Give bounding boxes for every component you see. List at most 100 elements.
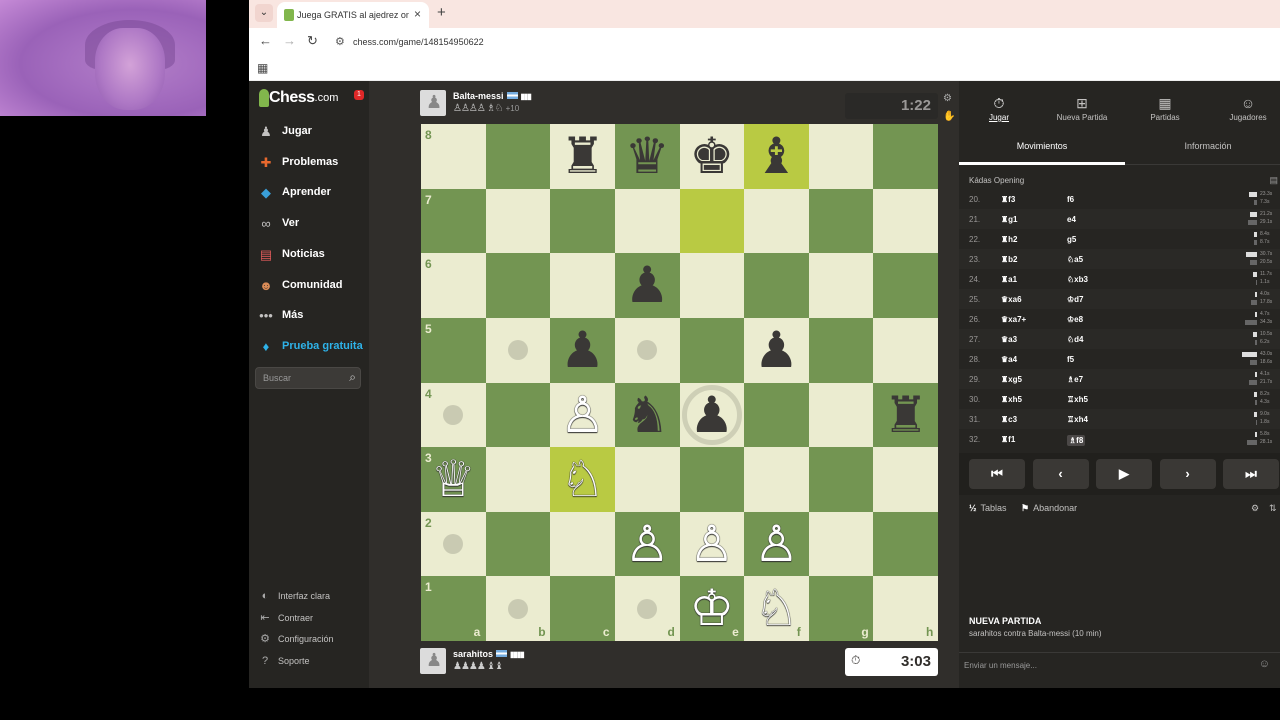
chess-board[interactable]: 8 7 6 5 4 3 2 1 a b c d e f g h ♜ ♛ ♚ ♝ ♟ ♟ ♟ ♞ ♟ ♜ ♙ ♕ ♘ ♙ ♙ ♙ ♔ ♘ [421,124,938,641]
square-f7[interactable] [744,188,809,254]
tab-jugar[interactable]: ⏱ Jugar [959,81,1039,129]
emoji-icon[interactable]: ☺ [1259,658,1270,670]
square-h3[interactable] [873,447,938,512]
black-pawn-f5[interactable]: ♟ [744,318,809,383]
square-g8[interactable] [808,124,874,189]
search-input[interactable]: Buscar ⌕ [255,367,361,389]
sidebar-item-problemas[interactable]: ✚ Problemas [257,151,365,175]
white-move[interactable]: ♜g1 [1001,215,1018,224]
black-move[interactable]: ♘xb3 [1067,275,1088,284]
report-icon[interactable]: ✋ [943,111,955,122]
move-hint-dot[interactable] [507,340,528,361]
square-h6[interactable] [873,253,938,318]
square-f6[interactable] [744,253,809,318]
square-e5[interactable] [679,317,745,383]
avatar[interactable] [420,648,446,674]
square-b4[interactable] [485,382,551,448]
sidebar-footer-theme[interactable]: ◐ Interfaz clara [258,588,366,606]
black-move[interactable]: f5 [1067,355,1074,364]
tab-nueva-partida[interactable]: ⊞ Nueva Partida [1042,81,1122,129]
white-move[interactable]: ♛xa6 [1001,295,1022,304]
black-move[interactable]: ♔e8 [1067,315,1083,324]
play-button[interactable]: ▶ [1096,459,1152,489]
square-b3[interactable] [485,447,551,512]
white-move[interactable]: ♜f3 [1001,195,1015,204]
square-g3[interactable] [808,447,874,512]
resign-button[interactable]: ⚑ Abandonar [1021,503,1077,514]
square-h8[interactable] [873,124,938,189]
next-move-button[interactable]: › [1159,459,1216,489]
chat-input[interactable]: Enviar un mensaje... ☺ [959,652,1280,676]
notification-badge[interactable]: 1 [354,90,364,100]
tab-partidas[interactable]: ▦ Partidas [1125,81,1205,129]
search-icon[interactable]: ⌕ [349,370,356,385]
black-pawn-d6[interactable]: ♟ [615,253,680,318]
white-pawn-c4[interactable]: ♙ [550,383,615,448]
white-move[interactable]: ♜b2 [1001,255,1018,264]
move-hint-dot[interactable] [443,404,464,425]
black-move[interactable]: ♔d7 [1067,295,1084,304]
share-icon[interactable]: ⚙ [1251,503,1259,514]
opening-name[interactable]: Kádas Opening [969,176,1024,185]
tab-close-icon[interactable]: × [414,7,421,21]
square-e6[interactable] [679,253,745,318]
tab-movimientos[interactable]: Movimientos [959,141,1125,151]
square-h5[interactable] [873,317,938,383]
reload-icon[interactable]: ↻ [307,33,318,49]
black-move[interactable]: f6 [1067,195,1074,204]
square-b2[interactable] [485,511,551,577]
square-c7[interactable] [550,188,615,254]
white-move[interactable]: ♜xg5 [1001,375,1022,384]
white-move[interactable]: ♛a4 [1001,355,1017,364]
move-hint-dot[interactable] [507,598,528,619]
forward-icon[interactable]: → [283,33,296,48]
black-queen-d8[interactable]: ♛ [615,124,680,189]
black-move[interactable]: e4 [1067,215,1076,224]
white-king-e1[interactable]: ♔ [680,576,745,641]
book-icon[interactable]: ▤ [1269,175,1278,186]
square-f3[interactable] [744,447,809,512]
apps-grid-icon[interactable]: ▦ [257,61,268,75]
white-knight-f1[interactable]: ♘ [744,576,809,641]
sidebar-footer-settings[interactable]: ⚙ Configuración [258,631,366,649]
sidebar-item-ver[interactable]: ∞ Ver [257,212,365,236]
square-e3[interactable] [679,447,745,512]
black-pawn-e4[interactable]: ♟ [680,383,745,448]
white-queen-a3[interactable]: ♕ [421,447,486,512]
square-g4[interactable] [808,382,874,448]
black-pawn-c5[interactable]: ♟ [550,318,615,383]
previous-move-button[interactable]: ‹ [1032,459,1089,489]
black-move[interactable]: ♘a5 [1067,255,1083,264]
black-rook-c8[interactable]: ♜ [550,124,615,189]
square-c6[interactable] [550,253,615,318]
sidebar-item-jugar[interactable]: ♟ Jugar [257,120,365,144]
black-bishop-f8[interactable]: ♝ [744,124,809,189]
browser-tab[interactable]: Juega GRATIS al ajedrez online × [277,2,429,28]
white-pawn-f2[interactable]: ♙ [744,512,809,577]
square-b7[interactable] [485,188,551,254]
last-move-button[interactable]: ⏭ [1223,459,1279,489]
white-move[interactable]: ♜a1 [1001,275,1017,284]
board-settings-icon[interactable]: ⚙ [943,93,952,104]
avatar[interactable] [420,90,446,116]
white-pawn-e2[interactable]: ♙ [680,512,745,577]
square-d3[interactable] [614,447,680,512]
tab-informacion[interactable]: Información [1125,141,1280,151]
white-move[interactable]: ♜c3 [1001,415,1017,424]
tab-search-icon[interactable]: ⌄ [255,4,273,22]
white-move[interactable]: ♜h2 [1001,235,1018,244]
black-move[interactable]: g5 [1067,235,1076,244]
draw-button[interactable]: ½ Tablas [969,503,1007,513]
white-move[interactable]: ♜xh5 [1001,395,1022,404]
white-move[interactable]: ♛a3 [1001,335,1017,344]
site-info-icon[interactable]: ⚙ [335,35,345,48]
white-move[interactable]: ♛xa7+ [1001,315,1026,324]
sidebar-item-más[interactable]: ••• Más [257,304,365,328]
square-b6[interactable] [485,253,551,318]
square-b8[interactable] [485,124,551,189]
square-g6[interactable] [808,253,874,318]
address-bar[interactable]: ⚙ chess.com/game/148154950622 [331,31,1251,53]
chess-logo[interactable]: Chess.com [259,89,338,113]
black-move[interactable]: ♘d4 [1067,335,1084,344]
bottom-player-name-row[interactable]: sarahitos ▮▮▮▮ [453,649,525,659]
